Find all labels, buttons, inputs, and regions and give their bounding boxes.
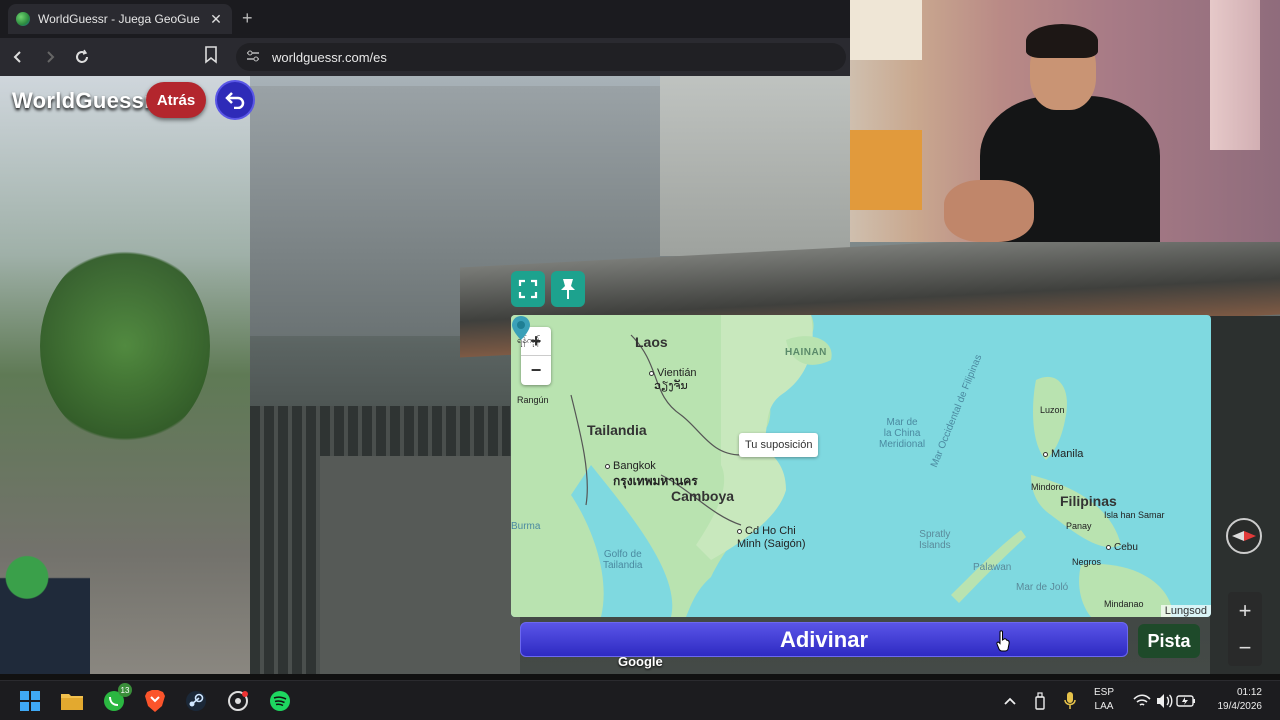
map-label-mindoro: Mindoro [1031,482,1064,492]
map-label-cebu: Cebu [1106,542,1138,553]
return-to-start-button[interactable] [215,80,255,120]
map-label-negros: Negros [1072,557,1102,567]
reload-icon[interactable] [68,43,96,71]
microphone-icon[interactable] [1058,689,1082,713]
map-label-mar-china: Mar de la China Meridional [879,417,926,450]
kitchen-cabinet [850,130,922,210]
new-tab-button[interactable]: + [242,8,253,29]
city-dot [1106,544,1111,550]
site-settings-icon[interactable] [246,50,260,65]
map-label-vientian: Vientián [649,367,697,379]
map-label-laos: Laos [635,334,668,350]
bookmark-icon[interactable] [204,46,224,68]
url-text: worldguessr.com/es [272,49,387,65]
hint-button[interactable]: Pista [1138,624,1200,658]
city-dot [605,463,610,469]
webcam-overlay [850,0,1280,242]
map-label-isla-samar: Isla han Samar [1104,510,1165,520]
lang-layout: LAA [1094,701,1114,712]
tab-title: WorldGuessr - Juega GeoGuessr [38,12,200,26]
windows-start-icon[interactable] [18,689,42,713]
city-dot [649,370,654,376]
streamer-knee [944,180,1034,242]
map-label-ho-chi-minh: Cd Ho Chi Minh (Saigón) [737,525,806,550]
map-label-tailandia: Tailandia [587,422,647,438]
steam-icon[interactable] [184,689,208,713]
forward-arrow-icon[interactable] [36,43,64,71]
guess-marker-icon[interactable] [511,315,531,341]
concrete-blocks [320,456,520,674]
street-zoom-controls: + − [1228,592,1262,666]
address-bar[interactable]: worldguessr.com/es [236,43,846,71]
browser-tabbar: WorldGuessr - Juega GeoGuessr ✕ + [0,0,850,38]
map-label-rangun: Rangún [517,395,549,405]
brave-browser-icon[interactable] [143,689,167,713]
map-label-luzon: Luzon [1040,405,1065,415]
map-label-camboya: Camboya [671,488,735,504]
map-label-golfo-tailandia: Golfo de Tailandia [603,549,643,571]
pin-map-button[interactable] [551,271,585,307]
building-wall-right [660,76,850,256]
compass-icon[interactable] [1226,518,1262,554]
usb-device-icon[interactable] [1028,689,1052,713]
input-language[interactable]: ESP LAA [1094,686,1114,714]
system-clock[interactable]: 01:12 19/4/2026 [1206,686,1263,714]
map-label-panay: Panay [1066,521,1092,531]
trees [40,246,210,446]
map-attribution: Lungsod [1160,605,1211,617]
map-label-spratly: Spratly Islands [919,529,951,551]
clock-time: 01:12 [1236,687,1262,698]
recording-app-icon[interactable] [226,689,250,713]
map-label-mindanao: Mindanao [1104,599,1144,609]
worldguessr-logo: WorldGuessr [12,88,154,113]
lang-code: ESP [1094,687,1115,698]
guess-map[interactable]: + − Laos HAINAN Vientián ວຽງຈັນ ရန်ကုန် … [511,315,1211,617]
whatsapp-badge: 13 [118,683,132,697]
map-tools [511,271,585,307]
browser-tab[interactable]: WorldGuessr - Juega GeoGuessr ✕ [8,4,232,34]
streamer-hair [1026,24,1098,58]
chevron-up-icon[interactable] [998,689,1022,713]
city-dot [1043,451,1048,457]
map-label-vientian-local: ວຽງຈັນ [654,380,688,392]
map-label-bangkok: Bangkok [605,460,656,472]
wifi-icon[interactable] [1130,689,1154,713]
browser-toolbar: worldguessr.com/es [0,38,850,76]
map-label-mar-jolo: Mar de Joló [1016,582,1069,593]
google-attribution: Google [618,654,663,669]
guess-tooltip: Tu suposición [739,433,819,457]
street-zoom-out-button[interactable]: − [1228,629,1262,666]
return-arrow-icon [225,92,245,109]
file-explorer-icon[interactable] [60,689,84,713]
map-label-filipinas: Filipinas [1060,493,1117,509]
map-label-hainan: HAINAN [785,347,827,358]
map-label-manila: Manila [1043,448,1083,460]
back-arrow-icon[interactable] [4,43,32,71]
kitchen-shelf [850,0,922,60]
globe-icon [16,12,30,26]
windows-taskbar: 13 ESP LAA 01:12 19/4/2026 [0,680,1280,720]
pin-icon [561,279,575,299]
street-zoom-in-button[interactable]: + [1228,592,1262,629]
spotify-icon[interactable] [268,689,292,713]
back-button[interactable]: Atrás [146,82,206,118]
screen: WorldGuessr - Juega GeoGuessr ✕ + worldg… [0,0,1280,720]
mindanao [1079,564,1171,617]
map-zoom-out-button[interactable]: − [521,356,551,385]
map-label-burma: Burma [511,521,541,532]
city-dot [737,528,742,534]
curtain [1210,0,1260,150]
battery-icon[interactable] [1174,689,1198,713]
close-icon[interactable]: ✕ [208,11,224,28]
hand-cursor-icon [996,630,1010,652]
whatsapp-icon[interactable]: 13 [102,683,132,713]
fullscreen-map-button[interactable] [511,271,545,307]
map-label-palawan: Palawan [973,562,1012,573]
expand-icon [518,279,538,299]
guess-button[interactable]: Adivinar [520,622,1128,657]
clock-date: 19/4/2026 [1217,701,1263,712]
motorcycle-rider [0,536,90,674]
volume-icon[interactable] [1152,689,1176,713]
